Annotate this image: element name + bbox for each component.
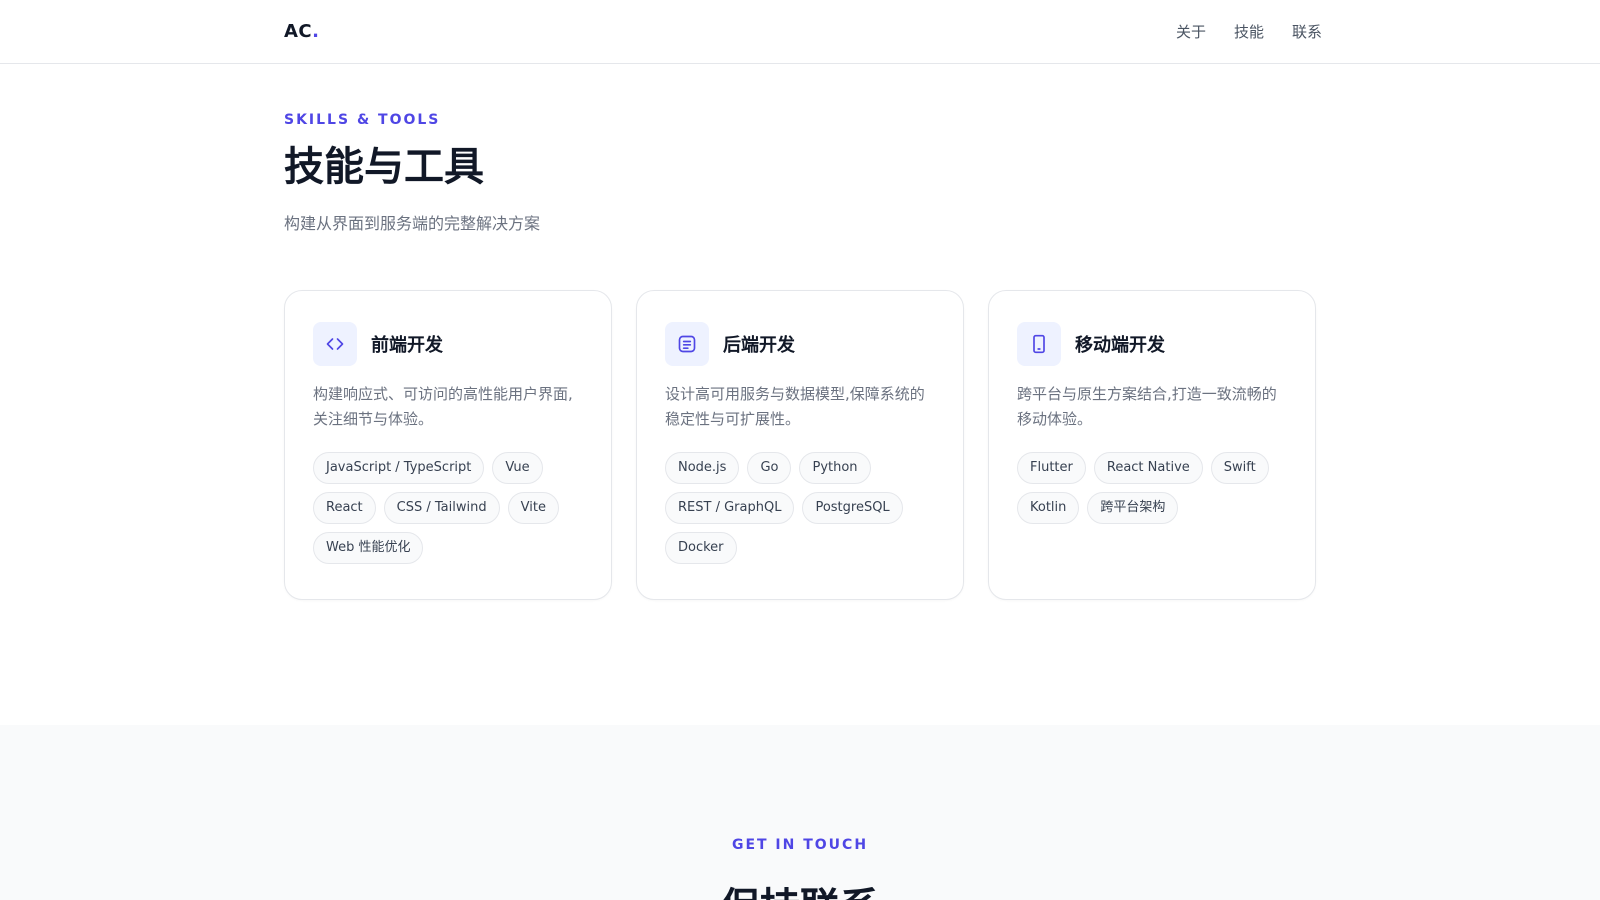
skill-tag: CSS / Tailwind bbox=[383, 492, 500, 524]
skill-card-mobile: 移动端开发 跨平台与原生方案结合,打造一致流畅的移动体验。 Flutter Re… bbox=[988, 290, 1316, 600]
section-eyebrow: SKILLS & TOOLS bbox=[284, 112, 441, 128]
card-title: 后端开发 bbox=[723, 335, 795, 356]
logo-dot: . bbox=[312, 21, 320, 42]
section-subtitle: 构建从界面到服务端的完整解决方案 bbox=[284, 214, 541, 233]
skill-tag: Vue bbox=[492, 452, 543, 484]
section-title: 技能与工具 bbox=[284, 144, 484, 190]
tag-list: Node.js Go Python REST / GraphQL Postgre… bbox=[665, 452, 935, 564]
card-header: 移动端开发 bbox=[1017, 322, 1287, 366]
card-description: 跨平台与原生方案结合,打造一致流畅的移动体验。 bbox=[1017, 385, 1277, 428]
skill-cards: 前端开发 构建响应式、可访问的高性能用户界面,关注细节与体验。 JavaScri… bbox=[284, 290, 1316, 600]
skill-tag: 跨平台架构 bbox=[1087, 492, 1179, 524]
nav-link-contact[interactable]: 联系 bbox=[1292, 21, 1322, 42]
skill-tag: Web 性能优化 bbox=[313, 532, 424, 564]
card-title: 移动端开发 bbox=[1075, 335, 1165, 356]
nav-link-about[interactable]: 关于 bbox=[1176, 21, 1206, 42]
skill-tag: Docker bbox=[665, 532, 737, 564]
card-description: 设计高可用服务与数据模型,保障系统的稳定性与可扩展性。 bbox=[665, 385, 925, 428]
skill-tag: Vite bbox=[507, 492, 559, 524]
skill-tag: React Native bbox=[1093, 452, 1203, 484]
skill-tag: Go bbox=[747, 452, 792, 484]
skill-tag: Swift bbox=[1210, 452, 1269, 484]
skill-tag: PostgreSQL bbox=[802, 492, 903, 524]
contact-eyebrow: GET IN TOUCH bbox=[731, 837, 869, 853]
skill-tag: JavaScript / TypeScript bbox=[313, 452, 485, 484]
card-title: 前端开发 bbox=[371, 335, 443, 356]
skill-tag: Flutter bbox=[1017, 452, 1086, 484]
skills-section: SKILLS & TOOLS 技能与工具 构建从界面到服务端的完整解决方案 前端… bbox=[0, 64, 1600, 725]
skill-card-frontend: 前端开发 构建响应式、可访问的高性能用户界面,关注细节与体验。 JavaScri… bbox=[284, 290, 612, 600]
skill-tag: REST / GraphQL bbox=[665, 492, 795, 524]
card-header: 前端开发 bbox=[313, 322, 583, 366]
tag-list: Flutter React Native Swift Kotlin 跨平台架构 bbox=[1017, 452, 1287, 524]
skill-tag: Node.js bbox=[665, 452, 740, 484]
skill-card-backend: 后端开发 设计高可用服务与数据模型,保障系统的稳定性与可扩展性。 Node.js… bbox=[636, 290, 964, 600]
card-description: 构建响应式、可访问的高性能用户界面,关注细节与体验。 bbox=[313, 385, 573, 428]
server-icon bbox=[665, 322, 709, 366]
mobile-icon bbox=[1017, 322, 1061, 366]
tag-list: JavaScript / TypeScript Vue React CSS / … bbox=[313, 452, 583, 564]
card-header: 后端开发 bbox=[665, 322, 935, 366]
skill-tag: Python bbox=[799, 452, 871, 484]
logo-text: AC bbox=[284, 21, 313, 42]
skill-tag: React bbox=[313, 492, 376, 524]
code-icon bbox=[313, 322, 357, 366]
site-header: AC. 关于 技能 联系 bbox=[0, 0, 1600, 64]
contact-title: 保持联系 bbox=[0, 875, 1600, 900]
main-nav: 关于 技能 联系 bbox=[1176, 21, 1322, 42]
nav-link-skills[interactable]: 技能 bbox=[1234, 21, 1264, 42]
contact-section: GET IN TOUCH 保持联系 bbox=[0, 725, 1600, 900]
skill-tag: Kotlin bbox=[1017, 492, 1080, 524]
site-logo[interactable]: AC. bbox=[284, 21, 319, 42]
